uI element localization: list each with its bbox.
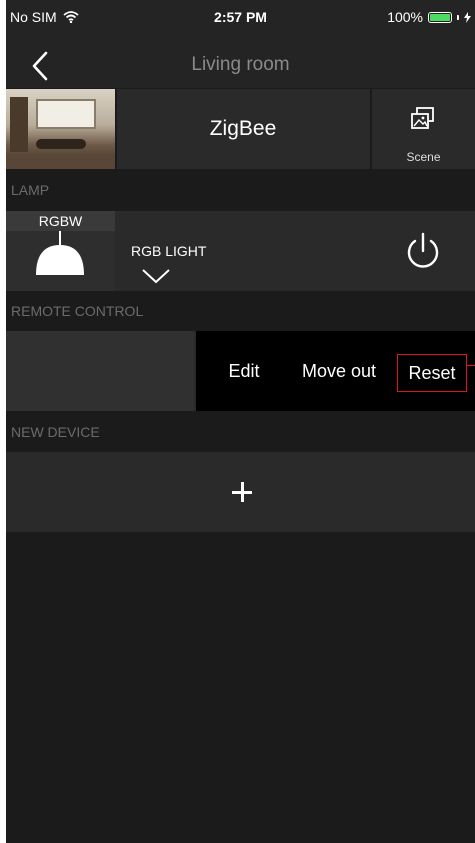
lamp-name: RGB LIGHT [131, 243, 207, 259]
battery-tip [457, 14, 459, 20]
expand-button[interactable] [141, 267, 171, 285]
battery-icon [428, 11, 452, 23]
lamp-type-label: RGBW [6, 211, 115, 231]
remote-control-tile[interactable] [6, 331, 194, 411]
section-header-lamp: LAMP [6, 170, 475, 210]
status-bar: No SIM 2:57 PM 100% [6, 0, 475, 44]
chevron-down-icon [142, 269, 170, 284]
page-title: Living room [191, 54, 290, 75]
scene-button[interactable]: Scene [372, 89, 475, 169]
reset-highlight-pointer [467, 365, 475, 366]
remote-control-row[interactable]: Edit Move out Reset [6, 331, 475, 411]
nav-bar: Living room [6, 44, 475, 88]
lamp-tile[interactable]: RGBW [6, 211, 115, 291]
section-header-new-device: NEW DEVICE [6, 412, 475, 452]
power-button[interactable] [403, 231, 443, 271]
gateway-protocol-label: ZigBee [209, 117, 277, 140]
app-screen: No SIM 2:57 PM 100% Living room ZigBee S… [6, 0, 475, 843]
room-row: ZigBee Scene [6, 89, 475, 169]
scene-icon [411, 107, 434, 129]
lamp-icon [36, 231, 84, 275]
edit-button[interactable]: Edit [218, 331, 270, 411]
section-header-remote-control: REMOTE CONTROL [6, 291, 475, 331]
status-right: 100% [387, 9, 471, 25]
swipe-actions: Edit Move out Reset [196, 331, 475, 411]
power-icon [407, 232, 439, 268]
reset-button[interactable]: Reset [397, 354, 467, 392]
scene-label: Scene [406, 150, 441, 164]
battery-percent: 100% [387, 9, 423, 25]
move-out-button[interactable]: Move out [294, 331, 384, 411]
bolt-icon [464, 11, 471, 23]
room-thumbnail[interactable] [6, 89, 115, 169]
new-device-row [6, 452, 475, 532]
add-device-button[interactable] [222, 472, 262, 512]
lamp-row[interactable]: RGBW RGB LIGHT [6, 211, 475, 291]
